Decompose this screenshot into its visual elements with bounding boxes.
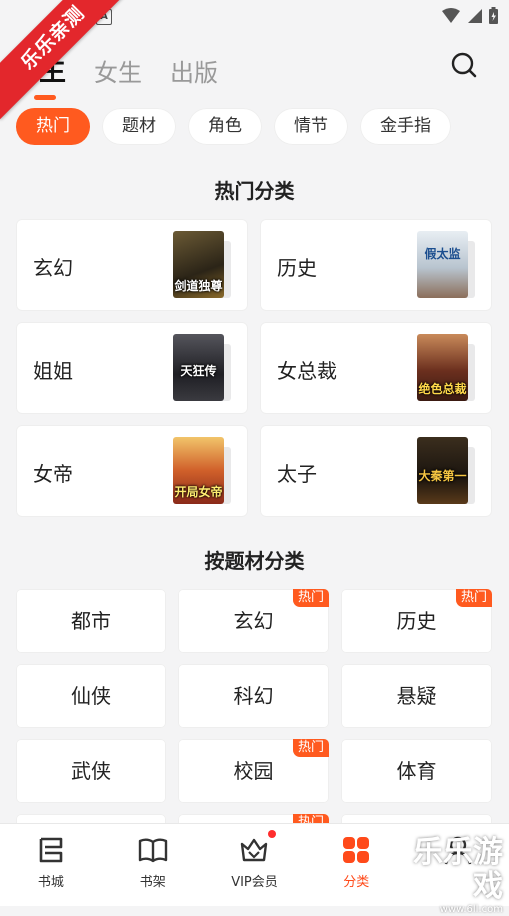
category-label: 女帝	[33, 462, 73, 486]
genre-item[interactable]: 校园 热门	[178, 739, 329, 803]
battery-icon	[489, 7, 498, 24]
vip-notification-dot	[268, 830, 276, 838]
nav-label: 书架	[139, 875, 166, 890]
chip-theme[interactable]: 题材	[102, 108, 176, 145]
category-label: 太子	[277, 462, 317, 486]
category-card[interactable]: 玄幻 剑道独尊	[16, 219, 248, 311]
book-cover: 开局女帝	[173, 437, 224, 504]
genre-item[interactable]: 悬疑	[341, 664, 492, 728]
category-card[interactable]: 太子 大秦第一	[260, 425, 492, 517]
category-card[interactable]: 历史 假太监	[260, 219, 492, 311]
book-cover: 绝色总裁	[417, 334, 468, 401]
genre-label: 科幻	[233, 684, 274, 708]
book-cover: 剑道独尊	[173, 231, 224, 298]
cover-title: 假太监	[424, 247, 461, 261]
genre-item[interactable]: 玄幻 热门	[178, 589, 329, 653]
bookshelf-icon	[138, 838, 167, 863]
genre-item[interactable]: 科幻	[178, 664, 329, 728]
genre-label: 武侠	[71, 759, 111, 783]
chip-hot[interactable]: 热门	[16, 108, 90, 145]
genre-item[interactable]: 体育	[341, 739, 492, 803]
cover-title: 天狂传	[180, 364, 217, 378]
nav-bookshelf[interactable]: 书架	[102, 824, 204, 906]
category-icon	[343, 837, 370, 863]
genre-item[interactable]: 武侠	[16, 739, 166, 803]
genre-item[interactable]: 仙侠	[16, 664, 166, 728]
bookstore-icon	[39, 837, 63, 863]
hot-badge: 热门	[455, 589, 492, 607]
hot-badge: 热门	[292, 739, 329, 757]
genre-item[interactable]: 都市	[16, 589, 166, 653]
genre-label: 校园	[233, 759, 274, 783]
cover-title: 开局女帝	[174, 485, 223, 499]
genre-label: 仙侠	[71, 684, 111, 708]
cover-title: 剑道独尊	[174, 279, 223, 293]
signal-icon	[468, 9, 482, 23]
genre-label: 历史	[396, 609, 437, 633]
genre-label: 体育	[396, 759, 437, 783]
status-indicators	[442, 7, 499, 25]
category-label: 历史	[277, 256, 317, 280]
chip-role[interactable]: 角色	[188, 108, 262, 145]
tab-female[interactable]: 女生	[94, 53, 142, 88]
watermark-title: 乐乐游戏	[413, 835, 503, 904]
genre-section-title: 按题材分类	[204, 549, 305, 573]
category-card[interactable]: 姐姐 天狂传	[16, 322, 248, 414]
hot-badge: 热门	[292, 589, 329, 607]
nav-bookstore[interactable]: 书城	[0, 824, 102, 906]
search-icon[interactable]	[451, 52, 477, 78]
hot-section-title: 热门分类	[214, 179, 295, 203]
wifi-icon	[442, 8, 460, 23]
category-label: 女总裁	[277, 359, 337, 383]
watermark-corner: 乐乐游戏 www.6ll.com	[389, 835, 509, 916]
book-cover: 天狂传	[173, 334, 224, 401]
cover-title: 绝色总裁	[418, 382, 467, 396]
book-cover: 大秦第一	[417, 437, 468, 504]
genre-item[interactable]: 历史 热门	[341, 589, 492, 653]
nav-vip[interactable]: VIP会员	[204, 824, 306, 906]
filter-chips: 热门 题材 角色 情节 金手指	[16, 108, 451, 145]
nav-label: VIP会员	[231, 875, 278, 890]
category-label: 玄幻	[33, 256, 73, 280]
nav-label: 书城	[37, 875, 64, 890]
genre-label: 玄幻	[233, 609, 274, 633]
genre-label: 都市	[71, 609, 111, 633]
chip-plot[interactable]: 情节	[274, 108, 348, 145]
cover-title: 大秦第一	[418, 469, 467, 483]
book-cover: 假太监	[417, 231, 468, 298]
category-label: 姐姐	[33, 359, 73, 383]
category-card[interactable]: 女帝 开局女帝	[16, 425, 248, 517]
genre-label: 悬疑	[396, 684, 437, 708]
category-card[interactable]: 女总裁 绝色总裁	[260, 322, 492, 414]
tab-publish[interactable]: 出版	[170, 53, 218, 88]
hot-category-grid: 玄幻 剑道独尊 历史 假太监 姐姐 天狂传 女总裁 绝色总裁 女帝 开局女帝 太…	[16, 219, 492, 517]
vip-crown-icon	[241, 838, 268, 862]
chip-golden-finger[interactable]: 金手指	[360, 108, 451, 145]
